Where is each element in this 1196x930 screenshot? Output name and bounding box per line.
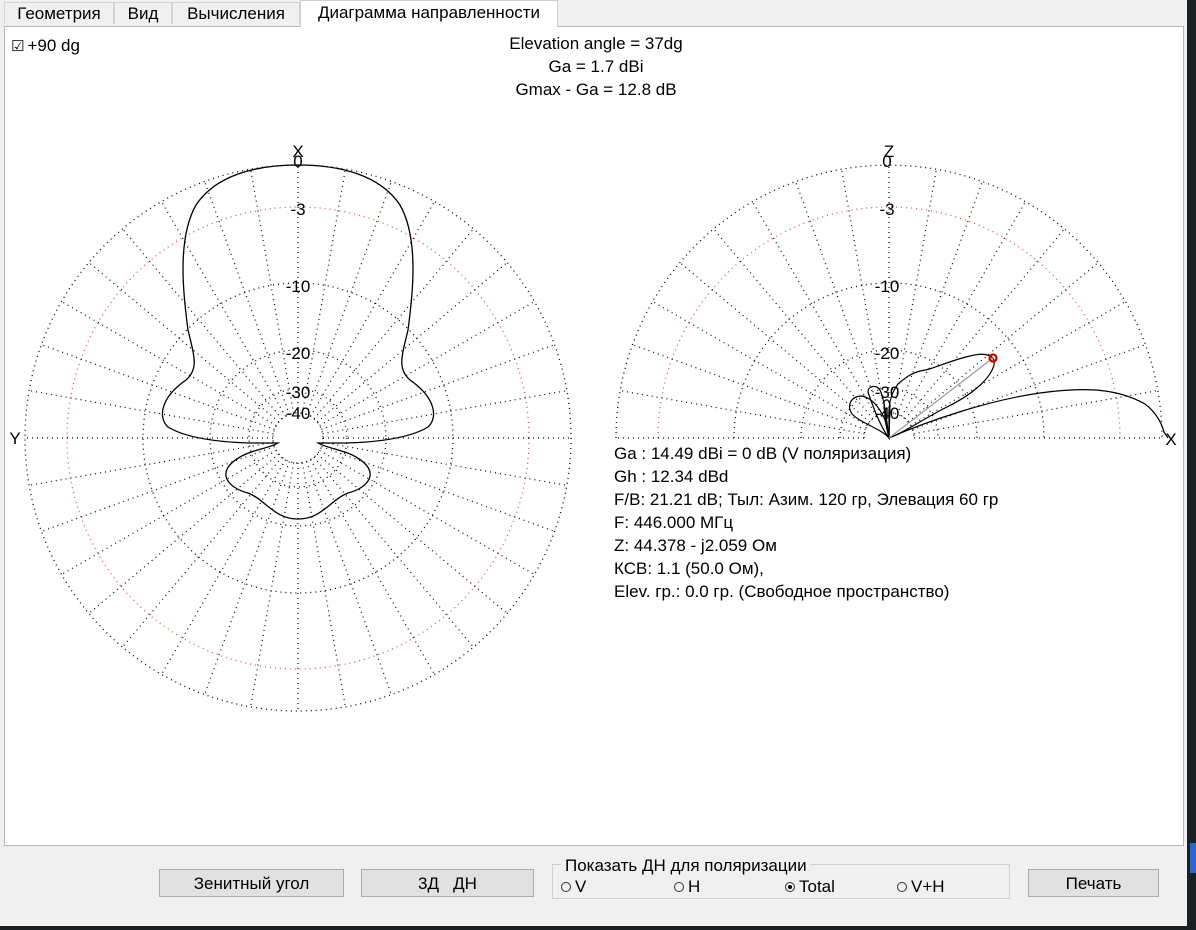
grid-spoke <box>795 181 882 415</box>
grid-spoke <box>61 300 277 427</box>
elevation-ring-label: -10 <box>875 277 900 296</box>
radio-h[interactable]: H <box>674 877 700 897</box>
pattern-3d-button[interactable]: 3Д ДН <box>361 869 534 897</box>
window-edge <box>1187 0 1196 930</box>
radio-v-plus-h-label: V+H <box>911 877 945 896</box>
elevation-ring-label: -40 <box>875 404 900 423</box>
grid-spoke <box>250 462 295 707</box>
radio-total-icon[interactable] <box>785 882 795 892</box>
grid-spoke <box>713 228 874 420</box>
info-swr: КСВ: 1.1 (50.0 Ом), <box>614 559 764 578</box>
grid-spoke <box>305 461 392 695</box>
grid-spoke <box>679 262 871 423</box>
polarization-group-label: Показать ДН для поляризации <box>561 856 811 876</box>
grid-spoke <box>900 201 1027 417</box>
grid-spoke <box>204 461 291 695</box>
grid-spoke <box>122 228 283 420</box>
azimuth-y-axis-label: Y <box>9 429 20 448</box>
elevation-ring-label: 0 <box>882 152 891 171</box>
radio-h-label: H <box>688 877 701 896</box>
elevation-ring-label: -30 <box>875 383 900 402</box>
grid-spoke <box>41 344 275 431</box>
info-elevation-ground: Elev. гр.: 0.0 гр. (Свободное пространст… <box>614 582 950 601</box>
info-gain-ga: Ga : 14.49 dBi = 0 dB (V поляризация) <box>614 444 912 463</box>
azimuth-ring-label: -20 <box>286 344 311 363</box>
window-edge-accent <box>1190 843 1196 873</box>
radio-v-plus-h[interactable]: V+H <box>897 877 945 897</box>
grid-spoke <box>913 390 1158 435</box>
azimuth-ring-label: -10 <box>286 277 311 296</box>
grid-spoke <box>305 181 392 415</box>
grid-spoke <box>321 344 555 431</box>
pattern-plot-area: X Y Z X 0-3-10-20-30-40 0-3-10-20-30-40 <box>9 142 1177 712</box>
grid-spoke <box>322 441 567 486</box>
grid-spoke <box>160 459 287 675</box>
grid-spoke <box>301 462 346 707</box>
grid-spoke <box>319 300 535 427</box>
grid-spoke <box>41 445 275 532</box>
info-front-back: F/B: 21.21 dB; Тыл: Азим. 120 гр, Элевац… <box>614 490 999 509</box>
grid-spoke <box>896 181 983 415</box>
radio-total[interactable]: Total <box>785 877 835 897</box>
grid-spoke <box>652 300 868 427</box>
info-frequency: F: 446.000 МГц <box>614 513 734 532</box>
tab-radiation-pattern[interactable]: Диаграмма направленности <box>300 0 558 27</box>
grid-spoke <box>29 441 274 486</box>
grid-spoke <box>122 456 283 648</box>
grid-spoke <box>907 262 1099 423</box>
grid-spoke <box>313 456 474 648</box>
elevation-x-axis-label: X <box>1165 430 1176 449</box>
grid-spoke <box>322 390 567 435</box>
radio-v-plus-h-icon[interactable] <box>897 882 907 892</box>
radio-v[interactable]: V <box>561 877 586 897</box>
grid-spoke <box>620 390 865 435</box>
grid-spoke <box>29 390 274 435</box>
grid-ring <box>209 349 387 527</box>
grid-spoke <box>313 228 474 420</box>
grid-spoke <box>309 459 436 675</box>
elevation-ring-label: -3 <box>879 200 894 219</box>
radio-total-label: Total <box>799 877 835 896</box>
radio-h-icon[interactable] <box>674 882 684 892</box>
azimuth-ring-label: -30 <box>286 383 311 402</box>
grid-ring <box>142 282 454 594</box>
grid-spoke <box>88 453 280 614</box>
grid-spoke <box>204 181 291 415</box>
radio-v-label: V <box>575 877 587 896</box>
info-gain-gh: Gh : 12.34 dBd <box>614 467 729 486</box>
zenith-angle-button[interactable]: Зенитный угол <box>159 869 344 897</box>
grid-spoke <box>904 228 1065 420</box>
grid-spoke <box>912 344 1146 431</box>
elevation-ring-label: -20 <box>875 344 900 363</box>
print-button[interactable]: Печать <box>1028 869 1159 897</box>
grid-spoke <box>61 449 277 576</box>
azimuth-grid <box>24 164 572 712</box>
azimuth-ring-label: -3 <box>290 200 305 219</box>
grid-spoke <box>321 445 555 532</box>
grid-spoke <box>910 300 1126 427</box>
max-gain-line <box>888 357 994 439</box>
grid-spoke <box>751 201 878 417</box>
azimuth-ring-label: 0 <box>293 152 302 171</box>
grid-spoke <box>319 449 535 576</box>
radio-v-icon[interactable] <box>561 882 571 892</box>
azimuth-ring-label: -40 <box>286 404 311 423</box>
grid-spoke <box>892 169 937 414</box>
info-impedance: Z: 44.378 - j2.059 Ом <box>614 536 777 555</box>
window-bottom-edge <box>0 926 1196 930</box>
grid-ring <box>24 164 572 712</box>
grid-spoke <box>316 453 508 614</box>
grid-spoke <box>632 344 866 431</box>
